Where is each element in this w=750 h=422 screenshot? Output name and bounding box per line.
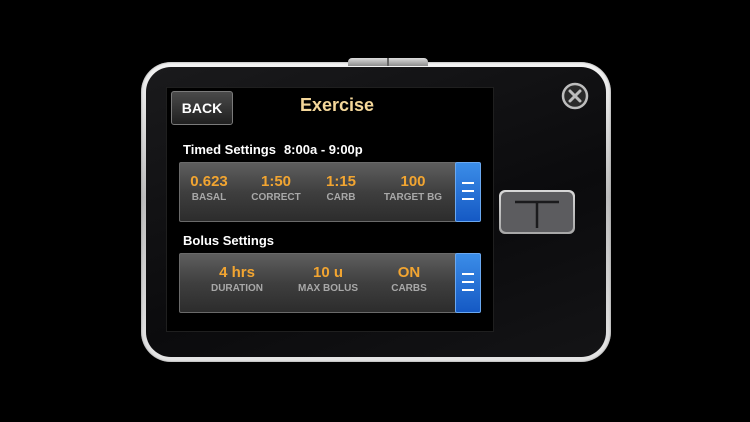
timed-settings-header: Timed Settings 8:00a - 9:00p [183, 142, 363, 157]
max-bolus-label: MAX BOLUS [298, 283, 358, 294]
hamburger-menu-icon-line [462, 198, 474, 200]
duration-cell: 4 hrs DURATION [202, 264, 272, 295]
target-bg-value: 100 [400, 173, 426, 190]
hamburger-menu-icon [462, 273, 474, 275]
basal-value: 0.623 [190, 173, 228, 190]
hamburger-menu-icon-line [462, 190, 474, 192]
bolus-settings-menu-button[interactable] [455, 253, 481, 313]
t-logo-button[interactable] [499, 190, 575, 234]
carbs-value: ON [397, 264, 421, 281]
max-bolus-cell: 10 u MAX BOLUS [290, 264, 366, 295]
correct-value: 1:50 [260, 173, 292, 190]
carbs-cell: ON CARBS [384, 264, 434, 295]
carbs-label: CARBS [391, 283, 427, 294]
hamburger-menu-icon [462, 182, 474, 184]
target-bg-cell: 100 TARGET BG [376, 173, 450, 204]
t-logo-icon [501, 192, 573, 232]
back-button[interactable]: BACK [171, 91, 233, 125]
carb-cell: 1:15 CARB [316, 173, 366, 204]
timed-settings-range: 8:00a - 9:00p [283, 142, 363, 157]
max-bolus-value: 10 u [312, 264, 343, 281]
correct-cell: 1:50 CORRECT [246, 173, 306, 204]
timed-settings-label: Timed Settings [183, 142, 276, 157]
carb-label: CARB [326, 192, 356, 203]
timed-settings-menu-button[interactable] [455, 162, 481, 222]
basal-label: BASAL [191, 192, 227, 203]
carb-value: 1:15 [325, 173, 357, 190]
basal-cell: 0.623 BASAL [182, 173, 236, 204]
target-bg-label: TARGET BG [383, 192, 443, 203]
hamburger-menu-icon-line [462, 281, 474, 283]
page-title: Exercise [299, 95, 375, 115]
circle-x-icon[interactable] [561, 82, 589, 110]
bolus-settings-panel[interactable]: 4 hrs DURATION 10 u MAX BOLUS ON CARBS [179, 253, 457, 313]
hamburger-menu-icon-line [462, 289, 474, 291]
screen-on-button-divider [387, 58, 389, 66]
timed-settings-panel[interactable]: 0.623 BASAL 1:50 CORRECT 1:15 CARB 100 T… [179, 162, 457, 222]
duration-label: DURATION [210, 283, 264, 294]
pump-screen: BACK Exercise Timed Settings 8:00a - 9:00… [166, 87, 494, 332]
correct-label: CORRECT [251, 192, 301, 203]
bolus-settings-label: Bolus Settings [183, 233, 275, 248]
duration-value: 4 hrs [219, 264, 255, 281]
